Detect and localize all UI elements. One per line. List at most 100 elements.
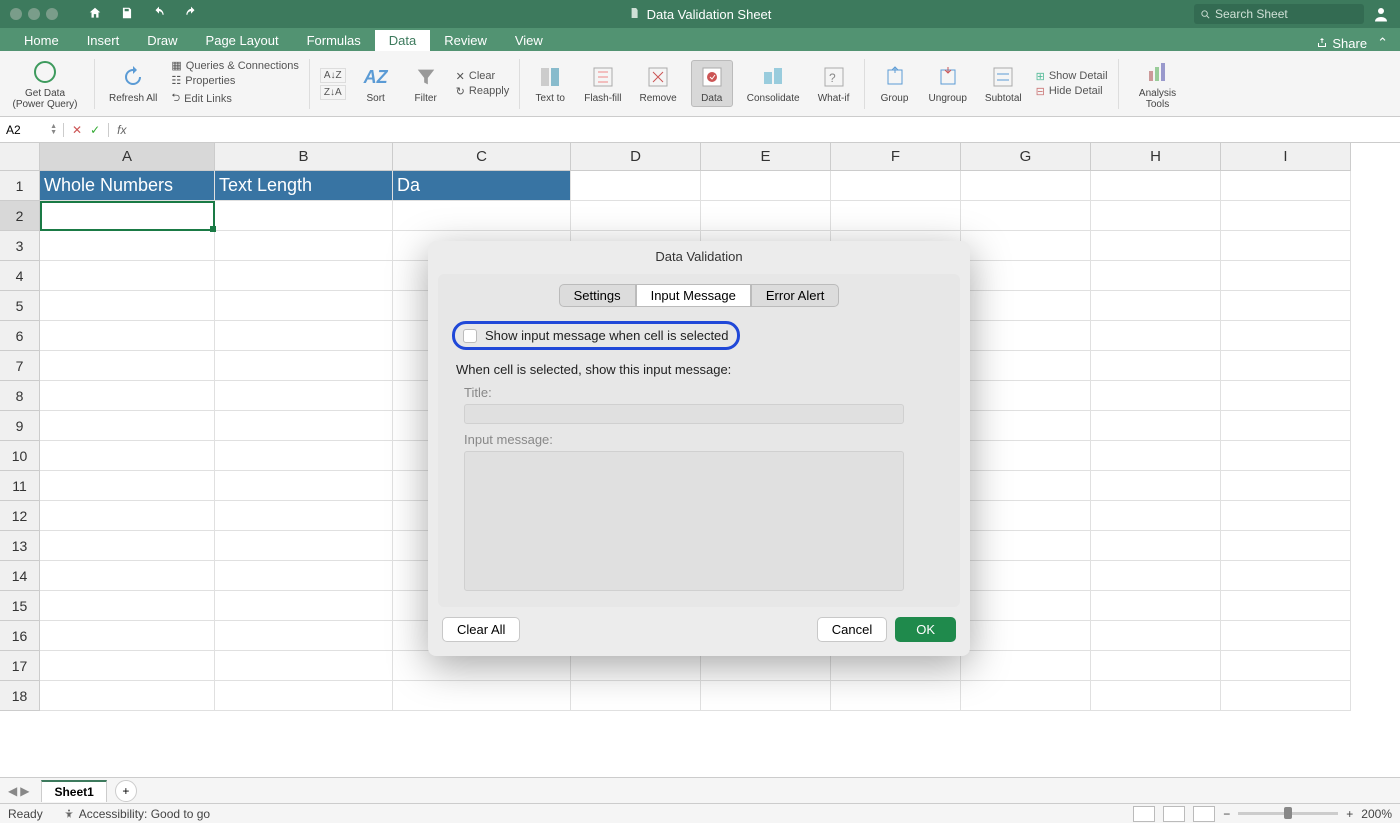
undo-icon[interactable] — [152, 6, 166, 23]
row-header[interactable]: 10 — [0, 441, 40, 471]
row-header[interactable]: 9 — [0, 411, 40, 441]
cell[interactable] — [40, 471, 215, 501]
row-header[interactable]: 2 — [0, 201, 40, 231]
cell[interactable] — [215, 201, 393, 231]
cell[interactable] — [961, 501, 1091, 531]
cell[interactable] — [1091, 411, 1221, 441]
accept-formula-icon[interactable]: ✓ — [90, 123, 100, 137]
cell[interactable] — [961, 591, 1091, 621]
cell[interactable] — [1091, 561, 1221, 591]
get-data-button[interactable]: Get Data (Power Query) — [6, 56, 84, 112]
ungroup-button[interactable]: Ungroup — [925, 61, 971, 106]
cell[interactable] — [1091, 231, 1221, 261]
cell[interactable] — [1091, 381, 1221, 411]
cell[interactable] — [1221, 681, 1351, 711]
cell[interactable] — [1091, 471, 1221, 501]
tab-view[interactable]: View — [501, 30, 557, 51]
queries-button[interactable]: ▦Queries & Connections — [171, 59, 299, 72]
flash-fill-button[interactable]: Flash-fill — [580, 61, 625, 106]
tab-home[interactable]: Home — [10, 30, 73, 51]
cell[interactable] — [1221, 501, 1351, 531]
row-header[interactable]: 17 — [0, 651, 40, 681]
clear-all-button[interactable]: Clear All — [442, 617, 520, 642]
cell[interactable] — [961, 321, 1091, 351]
ok-button[interactable]: OK — [895, 617, 956, 642]
analysis-button[interactable]: Analysis Tools — [1129, 56, 1187, 112]
cell[interactable] — [961, 171, 1091, 201]
row-header[interactable]: 15 — [0, 591, 40, 621]
row-header[interactable]: 4 — [0, 261, 40, 291]
col-header-e[interactable]: E — [701, 143, 831, 171]
cell[interactable] — [1221, 411, 1351, 441]
cell[interactable] — [40, 651, 215, 681]
remove-button[interactable]: Remove — [635, 61, 680, 106]
cell[interactable] — [215, 261, 393, 291]
consolidate-button[interactable]: Consolidate — [743, 61, 804, 106]
redo-icon[interactable] — [184, 6, 198, 23]
data-validation-button[interactable]: Data — [691, 60, 733, 107]
cell[interactable] — [961, 381, 1091, 411]
cell[interactable] — [40, 291, 215, 321]
cell[interactable] — [701, 681, 831, 711]
cancel-formula-icon[interactable]: ✕ — [72, 123, 82, 137]
cell[interactable] — [1221, 291, 1351, 321]
text-to-button[interactable]: Text to — [530, 61, 570, 106]
cell[interactable] — [215, 411, 393, 441]
dialog-tab-error-alert[interactable]: Error Alert — [751, 284, 840, 307]
col-header-b[interactable]: B — [215, 143, 393, 171]
page-layout-button[interactable] — [1163, 806, 1185, 822]
cell[interactable]: Text Length — [215, 171, 393, 201]
cell[interactable] — [1221, 201, 1351, 231]
cell[interactable] — [40, 261, 215, 291]
cell[interactable] — [215, 681, 393, 711]
what-if-button[interactable]: ?What-if — [814, 61, 854, 106]
cell[interactable] — [961, 411, 1091, 441]
cell[interactable] — [571, 201, 701, 231]
cell[interactable] — [961, 651, 1091, 681]
sort-desc-button[interactable]: Z↓A — [320, 85, 346, 100]
accessibility-status[interactable]: Accessibility: Good to go — [63, 807, 210, 821]
cell[interactable] — [40, 621, 215, 651]
cell[interactable] — [215, 291, 393, 321]
cell[interactable] — [961, 621, 1091, 651]
save-icon[interactable] — [120, 6, 134, 23]
name-box[interactable]: A2 ▲▼ — [0, 123, 64, 137]
cell[interactable] — [961, 531, 1091, 561]
cell[interactable] — [40, 681, 215, 711]
close-icon[interactable] — [10, 8, 22, 20]
cell[interactable] — [1221, 561, 1351, 591]
row-header[interactable]: 14 — [0, 561, 40, 591]
cell[interactable] — [215, 651, 393, 681]
cell[interactable] — [701, 171, 831, 201]
col-header-d[interactable]: D — [571, 143, 701, 171]
cell[interactable] — [1221, 441, 1351, 471]
cell[interactable] — [40, 561, 215, 591]
row-header[interactable]: 16 — [0, 621, 40, 651]
namebox-arrows-icon[interactable]: ▲▼ — [50, 124, 57, 136]
cell[interactable] — [961, 351, 1091, 381]
cell[interactable] — [1091, 621, 1221, 651]
cell[interactable] — [1221, 351, 1351, 381]
edit-links-button[interactable]: ⮌Edit Links — [171, 89, 299, 108]
zoom-thumb[interactable] — [1284, 807, 1292, 819]
cell[interactable] — [961, 231, 1091, 261]
cell[interactable] — [961, 261, 1091, 291]
cell[interactable] — [961, 681, 1091, 711]
zoom-out-button[interactable]: − — [1223, 807, 1230, 821]
col-header-g[interactable]: G — [961, 143, 1091, 171]
zoom-level[interactable]: 200% — [1361, 807, 1392, 821]
row-header[interactable]: 11 — [0, 471, 40, 501]
cell[interactable] — [1091, 261, 1221, 291]
cell[interactable] — [831, 201, 961, 231]
row-header[interactable]: 5 — [0, 291, 40, 321]
cell[interactable] — [571, 171, 701, 201]
cell[interactable] — [1221, 261, 1351, 291]
cell[interactable] — [1091, 171, 1221, 201]
cell[interactable] — [40, 591, 215, 621]
row-header[interactable]: 8 — [0, 381, 40, 411]
cell[interactable] — [1091, 501, 1221, 531]
share-button[interactable]: Share — [1316, 36, 1367, 51]
add-sheet-button[interactable]: + — [115, 780, 137, 802]
zoom-in-button[interactable]: + — [1346, 807, 1353, 821]
cell[interactable] — [1221, 621, 1351, 651]
